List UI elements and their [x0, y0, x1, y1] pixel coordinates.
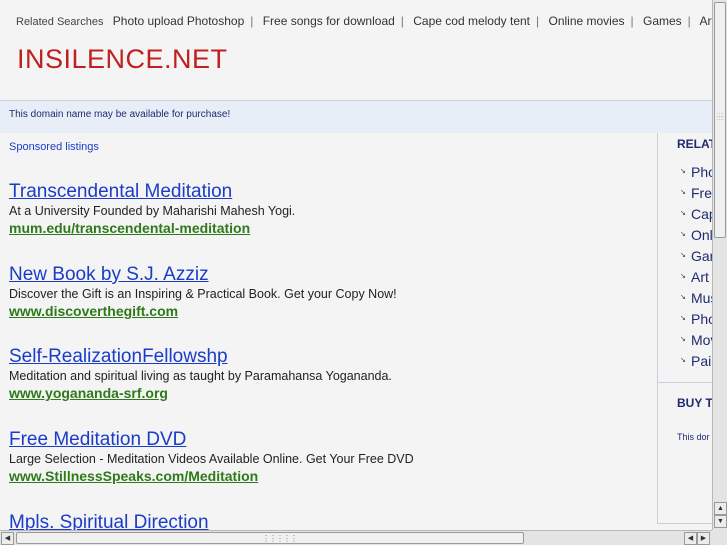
- scroll-down-icon[interactable]: ▼: [714, 515, 727, 528]
- arrow-icon: ↘: [680, 273, 686, 280]
- related-link-online-movies[interactable]: Online movies: [548, 14, 624, 28]
- sidebar-item[interactable]: ↘ Art: [680, 268, 712, 289]
- listing: Transcendental Meditation At a Universit…: [9, 181, 295, 237]
- arrow-icon: ↘: [680, 336, 686, 343]
- grip-icon: ⋮⋮⋮⋮⋮: [262, 534, 298, 543]
- scrollbar-corner: [712, 530, 727, 545]
- arrow-icon: ↘: [680, 294, 686, 301]
- buy-heading: BUY T: [677, 396, 712, 410]
- sidebar-item[interactable]: ↘ Pai: [680, 352, 712, 373]
- sidebar-heading: RELAT: [677, 137, 712, 151]
- arrow-icon: ↘: [680, 315, 686, 322]
- listing-title[interactable]: Transcendental Meditation: [9, 181, 295, 203]
- horizontal-scrollbar[interactable]: ◀ ⋮⋮⋮⋮⋮ ◀ ▶: [0, 530, 712, 545]
- vertical-scrollbar[interactable]: :::::::: ▲ ▼: [712, 0, 727, 530]
- scroll-left-icon[interactable]: ◀: [684, 532, 697, 545]
- listing-description: Large Selection - Meditation Videos Avai…: [9, 452, 414, 466]
- sidebar-item[interactable]: ↘Mus: [680, 289, 712, 310]
- sidebar-item[interactable]: ↘ Onl: [680, 226, 712, 247]
- sidebar-list: ↘Pho ↘Fre ↘Cap ↘Onl ↘Gar ↘Art ↘Mus ↘Pho …: [680, 163, 712, 373]
- availability-text: This domain name may be available for pu…: [9, 109, 231, 120]
- listing: New Book by S.J. Azziz Discover the Gift…: [9, 264, 397, 320]
- header: Related Searches Photo upload Photoshop |…: [0, 0, 712, 101]
- page-viewport: Related Searches Photo upload Photoshop |…: [0, 0, 712, 530]
- sponsored-listings: Sponsored listings Transcendental Medita…: [0, 133, 657, 530]
- arrow-icon: ↘: [680, 168, 686, 175]
- related-searches-label: Related Searches: [16, 16, 104, 28]
- sidebar-item[interactable]: ↘ Fre: [680, 184, 712, 205]
- listing-description: Meditation and spiritual living as taugh…: [9, 369, 392, 383]
- related-link-cape-cod[interactable]: Cape cod melody tent: [413, 14, 530, 28]
- availability-banner: This domain name may be available for pu…: [0, 101, 712, 133]
- related-searches-bar: Related Searches Photo upload Photoshop |…: [16, 14, 712, 28]
- listing-url[interactable]: www.discoverthegift.com: [9, 302, 397, 320]
- listing-title[interactable]: Mpls. Spiritual Direction: [9, 512, 209, 530]
- listing: Free Meditation DVD Large Selection - Me…: [9, 429, 414, 485]
- listing-url[interactable]: mum.edu/transcendental-meditation: [9, 219, 295, 237]
- related-link-free-songs[interactable]: Free songs for download: [263, 14, 395, 28]
- related-link-art[interactable]: Art: [699, 14, 712, 28]
- related-link-photo-upload[interactable]: Photo upload Photoshop: [113, 14, 244, 28]
- scroll-up-icon[interactable]: ▲: [714, 502, 727, 515]
- horizontal-scroll-thumb[interactable]: ⋮⋮⋮⋮⋮: [16, 532, 524, 544]
- sidebar-item[interactable]: ↘Gar: [680, 247, 712, 268]
- listing: Self-RealizationFellowshp Meditation and…: [9, 346, 392, 402]
- listing-title[interactable]: Free Meditation DVD: [9, 429, 414, 451]
- listing: Mpls. Spiritual Direction: [9, 512, 209, 530]
- sidebar-item[interactable]: ↘Pho: [680, 163, 712, 184]
- listing-url[interactable]: www.yogananda-srf.org: [9, 384, 392, 402]
- arrow-icon: ↘: [680, 231, 686, 238]
- listing-title[interactable]: Self-RealizationFellowshp: [9, 346, 392, 368]
- sidebar-divider: [658, 382, 712, 383]
- related-link-games[interactable]: Games: [643, 14, 682, 28]
- listing-url[interactable]: www.StillnessSpeaks.com/Meditation: [9, 467, 414, 485]
- site-title[interactable]: INSILENCE.NET: [17, 44, 228, 75]
- related-sidebar: RELAT ↘Pho ↘Fre ↘Cap ↘Onl ↘Gar ↘Art ↘Mus…: [657, 133, 712, 524]
- scroll-left-icon[interactable]: ◀: [1, 532, 14, 545]
- listing-title[interactable]: New Book by S.J. Azziz: [9, 264, 397, 286]
- sidebar-item[interactable]: ↘Pho: [680, 310, 712, 331]
- arrow-icon: ↘: [680, 252, 686, 259]
- grip-icon: ::::::::: [717, 113, 724, 122]
- sidebar-item[interactable]: ↘Cap: [680, 205, 712, 226]
- buy-text: This dor: [677, 432, 710, 442]
- sponsored-label: Sponsored listings: [9, 141, 99, 153]
- sidebar-item[interactable]: ↘Mov: [680, 331, 712, 352]
- listing-description: At a University Founded by Maharishi Mah…: [9, 204, 296, 218]
- vertical-scroll-thumb[interactable]: ::::::::: [714, 2, 726, 238]
- arrow-icon: ↘: [680, 210, 686, 217]
- listing-description: Discover the Gift is an Inspiring & Prac…: [9, 287, 397, 301]
- scroll-right-icon[interactable]: ▶: [697, 532, 710, 545]
- arrow-icon: ↘: [680, 189, 686, 196]
- arrow-icon: ↘: [680, 357, 686, 364]
